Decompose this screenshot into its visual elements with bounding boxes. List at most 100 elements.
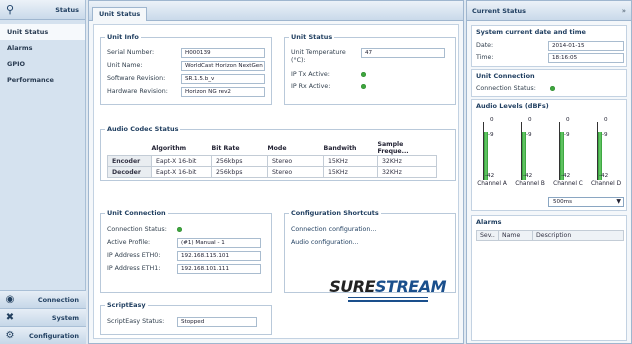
ip-eth0-label: IP Address ETH0: bbox=[107, 252, 161, 259]
channel-a-meter: 0 -9 -42 Channel A bbox=[472, 114, 510, 214]
scripteasy-status-field: Stopped bbox=[177, 317, 257, 327]
refresh-interval-select[interactable]: 500ms ▼ bbox=[548, 197, 624, 207]
sidebar-section-configuration[interactable]: ⚙ Configuration bbox=[0, 326, 86, 344]
alarms-section: Alarms Sev.. Name Description bbox=[471, 215, 627, 341]
connection-config-link[interactable]: Connection configuration... bbox=[291, 226, 376, 233]
codec-row-label: Decoder bbox=[107, 166, 152, 178]
alarms-col-header[interactable]: Description bbox=[532, 230, 624, 241]
alarms-table-header: Sev.. Name Description bbox=[476, 230, 624, 241]
ip-eth1-label: IP Address ETH1: bbox=[107, 265, 161, 272]
unit-info-legend: Unit Info bbox=[107, 33, 139, 41]
right-connection-status-indicator bbox=[550, 86, 555, 91]
tab-unit-status[interactable]: Unit Status bbox=[92, 7, 148, 21]
codec-col-header: Bit Rate bbox=[211, 144, 240, 152]
datetime-section: System current date and time Date: 2014-… bbox=[471, 25, 627, 67]
codec-table: Algorithm Bit Rate Mode Bandwith Sample … bbox=[107, 141, 437, 178]
codec-col-header: Bandwith bbox=[323, 144, 357, 152]
channel-name: Channel B bbox=[515, 181, 545, 187]
codec-cell: Stereo bbox=[267, 166, 324, 178]
audio-codec-group: Audio Codec Status Algorithm Bit Rate Mo… bbox=[100, 125, 456, 181]
ip-eth1-field: 192.168.101.111 bbox=[177, 264, 261, 274]
sidebar-section-system[interactable]: ✖ System bbox=[0, 308, 86, 326]
meter-top-label: 0 bbox=[490, 117, 494, 123]
unit-name-field: WorldCast Horizon NextGen bbox=[181, 61, 265, 71]
sidebar-header[interactable]: ⚲ Status bbox=[0, 0, 85, 20]
surestream-logo: SURESTREAM bbox=[329, 277, 447, 302]
alarms-table: Sev.. Name Description bbox=[476, 230, 624, 241]
ip-eth0-field: 192.168.115.101 bbox=[177, 251, 261, 261]
audio-levels-section: Audio Levels (dBFs) 0 -9 -42 Channel A 0… bbox=[471, 99, 627, 211]
collapse-icon[interactable]: » bbox=[622, 7, 626, 15]
software-revision-label: Software Revision: bbox=[107, 75, 166, 82]
ip-tx-status-indicator bbox=[361, 72, 366, 77]
alarms-legend: Alarms bbox=[476, 218, 502, 226]
codec-table-header: Algorithm Bit Rate Mode Bandwith Sample … bbox=[108, 141, 437, 156]
codec-cell: 32KHz bbox=[377, 166, 437, 178]
meter-top-label: 0 bbox=[566, 117, 570, 123]
sidebar-header-label: Status bbox=[55, 5, 79, 14]
right-connection-legend: Unit Connection bbox=[476, 72, 535, 80]
ip-rx-status-indicator bbox=[361, 84, 366, 89]
scripteasy-group: ScriptEasy ScriptEasy Status: Stopped bbox=[100, 301, 272, 335]
meter-top-label: 0 bbox=[604, 117, 608, 123]
active-profile-label: Active Profile: bbox=[107, 239, 151, 246]
unit-status-panel: Unit Info Serial Number: H000139 Unit Na… bbox=[93, 24, 459, 339]
date-label: Date: bbox=[476, 42, 494, 49]
ip-tx-label: IP Tx Active: bbox=[291, 71, 330, 78]
config-shortcuts-legend: Configuration Shortcuts bbox=[291, 209, 379, 217]
table-row: Encoder Eapt-X 16-bit 256kbps Stereo 15K… bbox=[107, 155, 437, 167]
current-status-title: Current Status bbox=[472, 6, 526, 15]
meter-bottom-label: -42 bbox=[599, 173, 609, 179]
sidebar-nav: Unit Status Alarms GPIO Performance bbox=[0, 20, 85, 88]
codec-cell: Eapt-X 16-bit bbox=[151, 166, 212, 178]
right-connection-status-label: Connection Status: bbox=[476, 85, 536, 92]
audio-config-link[interactable]: Audio configuration... bbox=[291, 239, 359, 246]
codec-cell: 256kbps bbox=[211, 155, 268, 167]
codec-cell: 256kbps bbox=[211, 166, 268, 178]
codec-col-header bbox=[108, 141, 152, 156]
sidebar-item-alarms[interactable]: Alarms bbox=[0, 40, 85, 56]
channel-name: Channel A bbox=[477, 181, 507, 187]
serial-number-label: Serial Number: bbox=[107, 49, 155, 56]
current-status-header: Current Status » bbox=[467, 1, 631, 21]
logo-lines bbox=[347, 297, 428, 302]
sidebar-section-connection[interactable]: ◉ Connection bbox=[0, 290, 86, 308]
sidebar-item-performance[interactable]: Performance bbox=[0, 72, 85, 88]
search-icon: ⚲ bbox=[6, 3, 15, 16]
refresh-interval-value: 500ms bbox=[553, 199, 573, 205]
active-profile-field: (#1) Manual - 1 bbox=[177, 238, 261, 248]
unit-name-label: Unit Name: bbox=[107, 62, 143, 69]
meter-bottom-label: -42 bbox=[561, 173, 571, 179]
channel-b-meter: 0 -9 -42 Channel B bbox=[510, 114, 548, 214]
date-field: 2014-01-15 bbox=[548, 41, 624, 51]
scripteasy-legend: ScriptEasy bbox=[107, 301, 146, 309]
codec-cell: Stereo bbox=[267, 155, 324, 167]
sidebar-bottom-sections: ◉ Connection ✖ System ⚙ Configuration bbox=[0, 290, 86, 344]
logo-text-stream: STREAM bbox=[375, 277, 447, 296]
codec-cell: 32KHz bbox=[377, 155, 437, 167]
logo-text-sure: SURE bbox=[329, 277, 375, 296]
main-area: Unit Status Unit Info Serial Number: H00… bbox=[88, 0, 464, 344]
channel-name: Channel C bbox=[553, 181, 583, 187]
ip-rx-label: IP Rx Active: bbox=[291, 83, 331, 90]
sidebar-item-unit-status[interactable]: Unit Status bbox=[0, 24, 85, 40]
sidebar: ⚲ Status Unit Status Alarms GPIO Perform… bbox=[0, 0, 86, 344]
unit-temperature-label: Unit Temperature (°C): bbox=[291, 49, 346, 64]
unit-status-group: Unit Status Unit Temperature (°C): 47 IP… bbox=[284, 33, 456, 105]
sidebar-item-gpio[interactable]: GPIO bbox=[0, 56, 85, 72]
connection-status-label: Connection Status: bbox=[107, 226, 167, 233]
connection-icon: ◉ bbox=[5, 294, 15, 305]
meter-bottom-label: -42 bbox=[523, 173, 533, 179]
datetime-legend: System current date and time bbox=[476, 28, 586, 36]
software-revision-field: SR.1.5.b_v bbox=[181, 74, 265, 84]
codec-cell: 15KHz bbox=[323, 166, 378, 178]
codec-col-header: Mode bbox=[267, 144, 287, 152]
time-label: Time: bbox=[476, 54, 494, 61]
meter-peak-label: -9 bbox=[526, 132, 532, 138]
meter-bottom-label: -42 bbox=[485, 173, 495, 179]
meter-peak-label: -9 bbox=[564, 132, 570, 138]
alarms-col-header[interactable]: Name bbox=[498, 230, 533, 241]
sidebar-section-label: Configuration bbox=[29, 331, 79, 340]
right-connection-section: Unit Connection Connection Status: bbox=[471, 69, 627, 97]
alarms-col-header[interactable]: Sev.. bbox=[476, 230, 499, 241]
